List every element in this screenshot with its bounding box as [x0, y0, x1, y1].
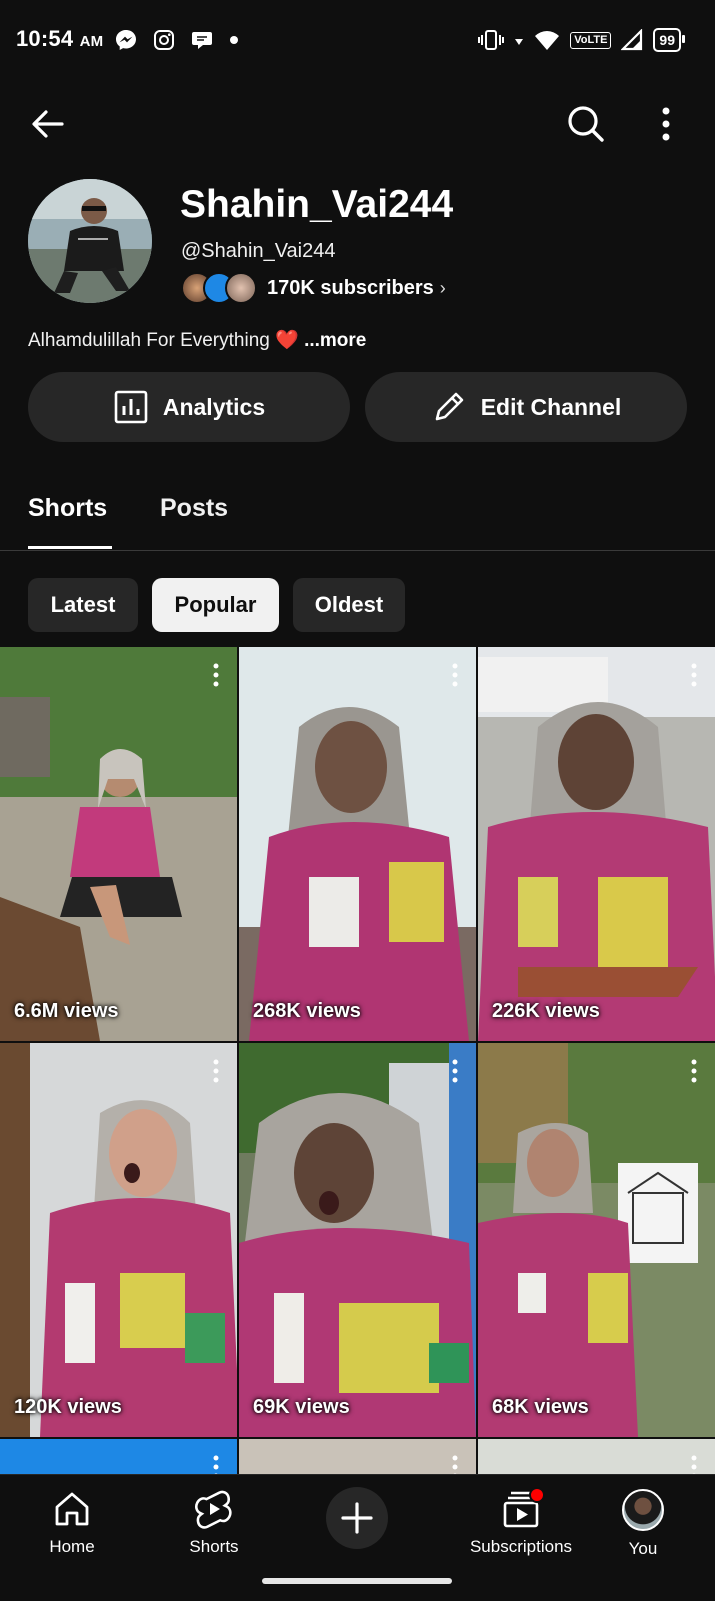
vibrate-icon — [478, 30, 505, 50]
shorts-icon — [195, 1490, 232, 1529]
status-bar: 10:54 AM VoLTE 99 — [0, 0, 715, 84]
short-thumbnail[interactable]: 68K views — [478, 1043, 715, 1437]
signal-icon — [621, 29, 643, 51]
system-icons: VoLTE 99 — [478, 28, 685, 52]
notification-dot — [529, 1487, 545, 1503]
short-thumbnail[interactable] — [478, 1439, 715, 1479]
more-vertical-icon[interactable] — [213, 1059, 219, 1083]
thumbnail-image — [0, 647, 237, 1041]
pencil-icon — [435, 392, 464, 421]
short-thumbnail[interactable]: 6.6M views — [0, 647, 237, 1041]
instagram-icon — [154, 30, 174, 50]
short-thumbnail[interactable] — [239, 1439, 476, 1479]
short-thumbnail[interactable]: 120K views — [0, 1043, 237, 1437]
channel-handle: @Shahin_Vai244 — [181, 240, 336, 262]
analytics-icon — [114, 390, 148, 424]
short-thumbnail[interactable] — [0, 1439, 237, 1479]
nav-label: You — [628, 1539, 658, 1558]
edit-channel-label: Edit Channel — [480, 393, 622, 420]
chip-popular[interactable]: Popular — [152, 578, 279, 632]
back-button[interactable] — [28, 104, 68, 144]
nav-subscriptions[interactable]: Subscriptions — [441, 1487, 601, 1557]
thumbnail-image — [478, 1043, 715, 1437]
more-vertical-icon[interactable] — [691, 663, 697, 687]
analytics-button[interactable]: Analytics — [28, 372, 350, 442]
volte-badge: VoLTE — [570, 31, 612, 49]
description-text: Alhamdulillah For Everything — [28, 330, 270, 351]
battery-indicator: 99 — [653, 28, 685, 52]
channel-avatar[interactable] — [28, 179, 152, 303]
avatar-picture — [28, 179, 152, 303]
messenger-icon — [116, 30, 136, 50]
thumbnail-image — [239, 1043, 476, 1437]
nav-home[interactable]: Home — [12, 1489, 132, 1557]
more-vertical-icon[interactable] — [452, 663, 458, 687]
channel-name: Shahin_Vai244 — [180, 183, 454, 226]
view-count: 6.6M views — [14, 1000, 119, 1022]
subscriber-avatar — [225, 272, 257, 304]
thumbnail-image — [0, 1043, 237, 1437]
back-arrow-icon — [32, 110, 64, 138]
thumbnail-image — [239, 647, 476, 1041]
view-count: 68K views — [492, 1396, 589, 1418]
subscriber-count: 170K subscribers — [267, 276, 434, 299]
view-count: 226K views — [492, 1000, 600, 1022]
more-options-button[interactable] — [656, 104, 676, 144]
more-vertical-icon[interactable] — [452, 1059, 458, 1083]
home-icon — [55, 1492, 89, 1526]
chevron-right-icon: › — [439, 277, 446, 298]
search-button[interactable] — [566, 104, 606, 144]
nav-label: Home — [49, 1537, 95, 1556]
more-vertical-icon[interactable] — [691, 1059, 697, 1083]
search-icon — [568, 106, 604, 142]
nav-label: Shorts — [189, 1537, 239, 1556]
data-arrow-icon — [515, 39, 524, 45]
you-avatar — [622, 1489, 664, 1531]
thumbnail-image — [478, 647, 715, 1041]
wifi-icon — [535, 31, 560, 50]
dot-icon — [230, 36, 238, 44]
view-count: 268K views — [253, 1000, 361, 1022]
notification-icons — [114, 28, 240, 52]
nav-label: Subscriptions — [469, 1537, 573, 1556]
tab-shorts[interactable]: Shorts — [28, 494, 107, 523]
gesture-bar[interactable] — [262, 1578, 452, 1584]
nav-shorts[interactable]: Shorts — [154, 1489, 274, 1557]
short-thumbnail[interactable]: 69K views — [239, 1043, 476, 1437]
active-tab-indicator — [28, 546, 112, 549]
more-link[interactable]: ...more — [304, 330, 366, 351]
channel-description[interactable]: Alhamdulillah For Everything ❤️ ...more — [28, 328, 366, 352]
chip-latest[interactable]: Latest — [28, 578, 138, 632]
subscribers-row[interactable]: 170K subscribers › — [181, 272, 446, 304]
more-vertical-icon[interactable] — [213, 663, 219, 687]
short-thumbnail[interactable]: 268K views — [239, 647, 476, 1041]
more-vertical-icon — [662, 107, 670, 141]
chip-oldest[interactable]: Oldest — [293, 578, 405, 632]
heart-emoji: ❤️ — [275, 330, 299, 351]
chat-icon — [192, 32, 212, 49]
view-count: 120K views — [14, 1396, 122, 1418]
status-time: 10:54 AM — [16, 26, 104, 51]
tab-posts[interactable]: Posts — [160, 494, 228, 523]
channel-tabs: Shorts Posts — [0, 470, 715, 551]
view-count: 69K views — [253, 1396, 350, 1418]
plus-icon — [341, 1502, 373, 1534]
edit-channel-button[interactable]: Edit Channel — [365, 372, 687, 442]
nav-you[interactable]: You — [583, 1489, 703, 1559]
subscriptions-icon-wrap — [501, 1487, 545, 1529]
analytics-label: Analytics — [162, 393, 266, 420]
short-thumbnail[interactable]: 226K views — [478, 647, 715, 1041]
create-button[interactable] — [326, 1487, 388, 1549]
